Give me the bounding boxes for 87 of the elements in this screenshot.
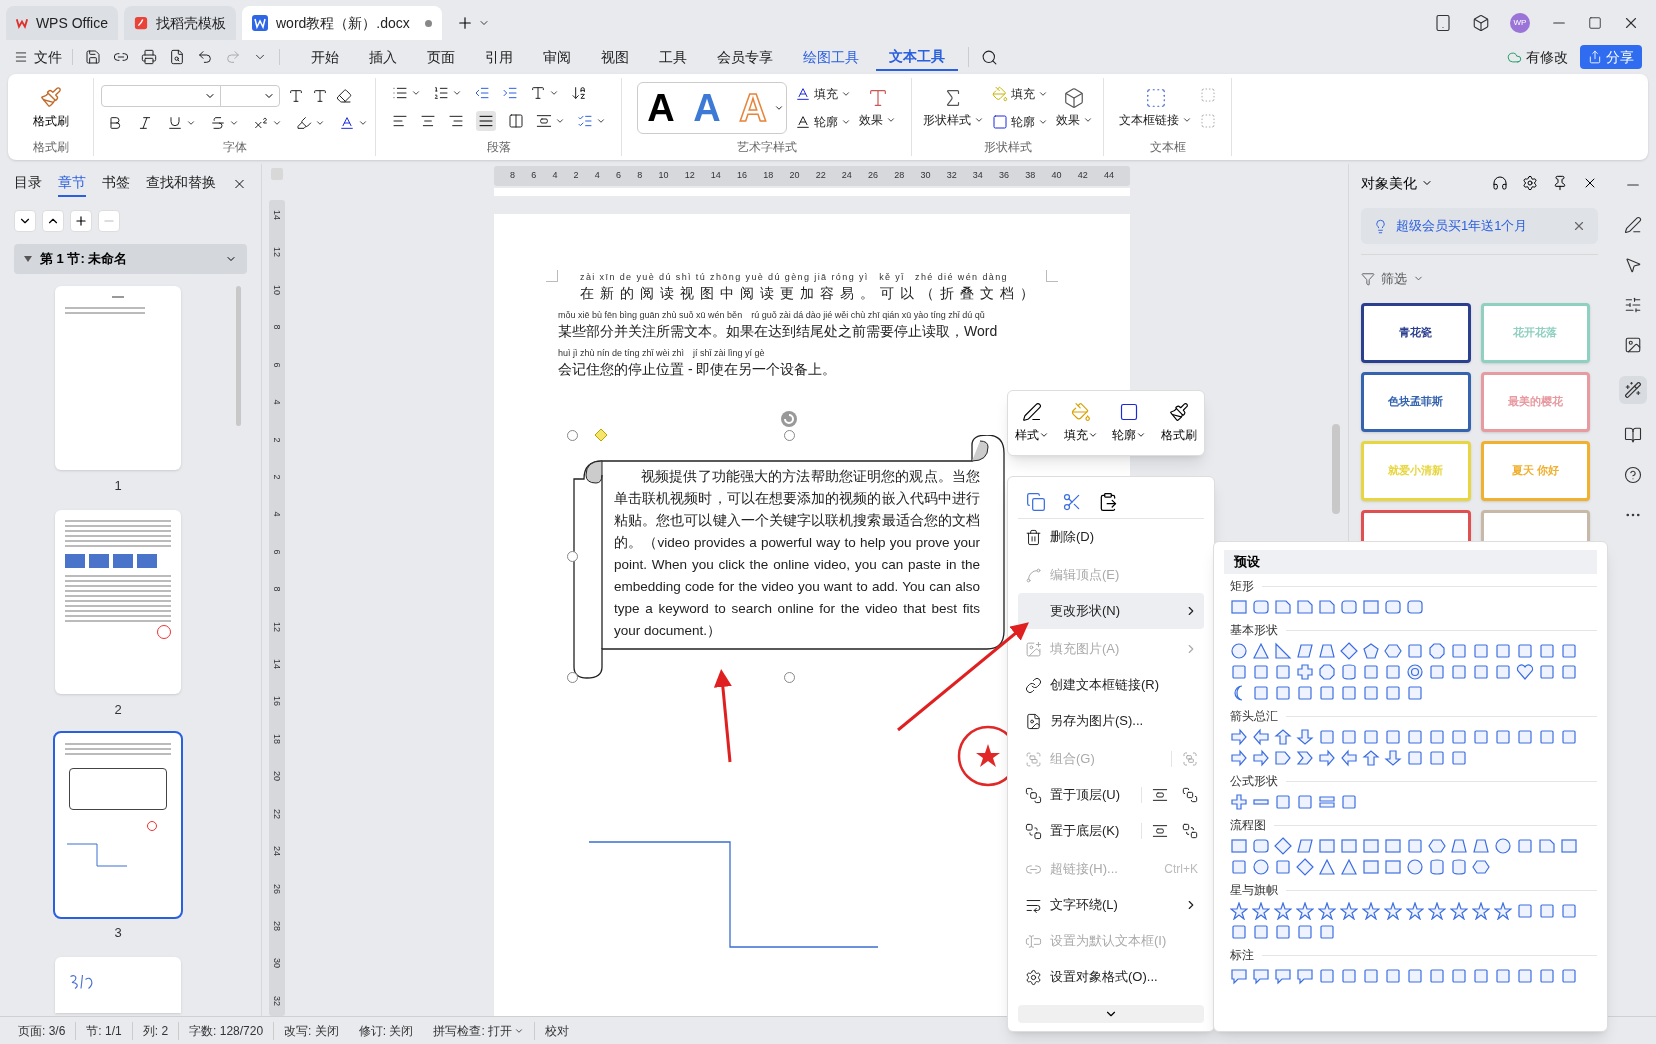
menu-item[interactable]: 删除(D) <box>1018 519 1204 555</box>
share-button[interactable]: 分享 <box>1580 45 1642 69</box>
menu-tab[interactable]: 引用 <box>472 43 526 71</box>
status-item[interactable]: 修订: 关闭 <box>348 1021 424 1040</box>
category-title: 流程图 <box>1229 817 1266 834</box>
promo-banner[interactable]: 超级会员买1年送1个月 <box>1361 208 1598 244</box>
pinyin-text: zài xīn de yuè dú shì tú zhōng yuè dú gèng jiā róng yì kě yǐ zhé dié wén dàng <box>579 272 1009 283</box>
menu-item[interactable]: 文字环绕(L) <box>1018 887 1204 923</box>
document-tab[interactable]: WPS Office <box>6 6 118 40</box>
menu-tab[interactable]: 文本工具 <box>876 43 958 71</box>
template-card[interactable]: 色块孟菲斯 <box>1361 371 1471 432</box>
menu-item[interactable]: 另存为图片(S)... <box>1018 703 1204 739</box>
page-number: 3 <box>114 924 122 942</box>
save-status[interactable]: 有修改 <box>1507 46 1568 68</box>
menu-tab[interactable]: 开始 <box>298 43 352 71</box>
menu-item[interactable]: 更改形状(N) <box>1018 593 1204 629</box>
category-title: 公式形状 <box>1229 773 1278 790</box>
menu-tab[interactable]: 会员专享 <box>704 43 786 71</box>
text-effect-button[interactable]: 效果 <box>859 111 896 129</box>
pinyin-text: mǒu xiē bù fēn bìng guān zhù suǒ xū wén běn rú guǒ zài dá dào jié wěi chù zhī qián xū yào tíng zhǐ dú qǔ <box>558 310 986 321</box>
wordart-style[interactable]: A <box>693 89 721 127</box>
status-item[interactable]: 拼写检查: 打开 <box>423 1021 536 1040</box>
group-label: 形状样式 <box>982 139 1033 156</box>
shape-effect-button[interactable]: 效果 <box>1055 111 1093 129</box>
menu-tab[interactable]: 视图 <box>588 43 642 71</box>
document-tab[interactable]: 找稻壳模板 <box>124 6 236 40</box>
scroll-text: 视频提供了功能强大的方法帮助您证明您的观点。当您单击联机视频时，可以在想要添加的视频的嵌入代码中进行粘贴。您也可以键入一个关键字以联机搜索最适合您的文档的。（video provides a powerful way to help you prove your point. When you click the online video, you can paste in the embedding code for the video you want to add. You can also type a keyword to search online for the video that best fits your document.） <box>614 468 980 640</box>
toolbar-button[interactable]: 填充 <box>1063 402 1098 444</box>
template-card[interactable]: 青花瓷 <box>1361 302 1471 363</box>
pinyin-text: huì jì zhù nín de tíng zhǐ wèi zhì jí shǐ zài lìng yí gè <box>558 348 766 359</box>
nav-tab[interactable]: 章节 <box>58 171 86 197</box>
group-label: 文本框 <box>1148 139 1187 156</box>
horizontal-ruler: 8 6 4 2 4 6 8 10 12 14 16 18 20 22 24 26 28 30 32 34 36 38 40 42 44 <box>494 166 1130 186</box>
group-label: 字体 <box>221 139 248 156</box>
menu-tab[interactable]: 页面 <box>414 43 468 71</box>
nav-tab[interactable]: 查找和替换 <box>146 171 216 197</box>
category-title: 基本形状 <box>1229 622 1278 639</box>
shortcut-label: Ctrl+K <box>1164 861 1198 878</box>
vertical-ruler: 14 12 10 8 6 4 2 2 4 6 8 12 14 16 18 20 22 24 26 28 30 32 <box>269 200 285 1016</box>
status-item[interactable]: 列: 2 <box>132 1021 180 1040</box>
menu-tab[interactable]: 绘图工具 <box>790 43 872 71</box>
status-item[interactable]: 字数: 128/720 <box>179 1021 275 1040</box>
group-label: 格式刷 <box>31 139 70 156</box>
menu-item[interactable]: 置于底层(K) <box>1018 813 1204 849</box>
filter-dropdown[interactable]: 筛选 <box>1361 269 1598 289</box>
status-item[interactable]: 改写: 关闭 <box>274 1021 349 1040</box>
category-title: 星与旗帜 <box>1229 882 1278 899</box>
shape-outline-button[interactable]: 轮廓 <box>991 113 1048 131</box>
shape-style-button[interactable]: 形状样式 <box>922 111 984 129</box>
nav-tab[interactable]: 书签 <box>102 171 130 197</box>
category-title: 箭头总汇 <box>1229 708 1278 725</box>
text-fill-button[interactable]: 填充 <box>795 85 851 103</box>
group-label: 段落 <box>485 139 512 156</box>
paragraph-text: 某些部分并关注所需文本。如果在达到结尾处之前需要停止读取，Word <box>558 322 999 341</box>
wordart-gallery[interactable]: A A A <box>637 82 787 134</box>
page-number: 1 <box>114 477 122 495</box>
wordart-style[interactable]: A <box>647 89 675 127</box>
menu-item[interactable]: 置于顶层(U) <box>1018 777 1204 813</box>
menu-item[interactable]: 设置对象格式(O)... <box>1018 959 1204 995</box>
text-outline-button[interactable]: 轮廓 <box>795 113 851 131</box>
file-menu[interactable]: 文件 <box>14 46 72 68</box>
toolbar-button[interactable]: 轮廓 <box>1112 402 1147 444</box>
user-avatar[interactable]: WP <box>1510 13 1530 33</box>
menu-tab[interactable]: 审阅 <box>530 43 584 71</box>
nav-tab[interactable]: 目录 <box>14 171 42 197</box>
paragraph-text: 会记住您的停止位置 - 即使在另一个设备上。 <box>558 360 838 379</box>
page-number: 2 <box>114 700 122 719</box>
panel-title[interactable]: 对象美化 <box>1361 172 1433 194</box>
toolbar-button[interactable]: 格式刷 <box>1160 402 1197 444</box>
shape-fill-button[interactable]: 填充 <box>991 85 1048 103</box>
submenu-title: 预设 <box>1224 550 1597 574</box>
paragraph-text: 在新的阅读视图中阅读更加容易。可以（折叠文档） <box>579 284 1041 303</box>
menu-tab[interactable]: 插入 <box>356 43 410 71</box>
document-tab[interactable]: word教程（新）.docx <box>242 6 442 40</box>
status-item[interactable]: 校对 <box>535 1021 580 1040</box>
category-title: 矩形 <box>1229 578 1254 595</box>
status-item[interactable]: 页面: 3/6 <box>8 1021 77 1040</box>
menu-item[interactable]: 创建文本框链接(R) <box>1018 667 1204 703</box>
section-header[interactable]: 第 1 节: 未命名 <box>14 244 247 274</box>
group-label: 艺术字样式 <box>735 139 798 156</box>
format-painter-button[interactable]: 格式刷 <box>32 86 69 130</box>
textbox-link-button[interactable]: 文本框链接 <box>1119 111 1192 129</box>
toolbar-button[interactable]: 样式 <box>1015 402 1050 444</box>
section-title: 第 1 节: 未命名 <box>40 250 128 269</box>
menu-tab[interactable]: 工具 <box>646 43 700 71</box>
status-item[interactable]: 节: 1/1 <box>76 1021 133 1040</box>
category-title: 标注 <box>1229 947 1254 964</box>
